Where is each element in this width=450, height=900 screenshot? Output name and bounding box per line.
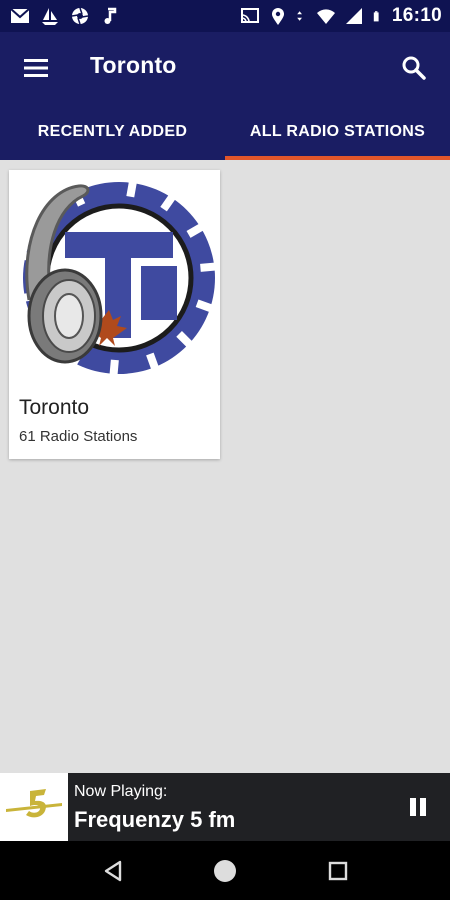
aperture-icon xyxy=(71,7,89,25)
tab-bar: RECENTLY ADDED ALL RADIO STATIONS xyxy=(0,104,450,160)
hamburger-menu-icon[interactable] xyxy=(18,50,54,86)
mail-icon xyxy=(10,8,30,23)
now-playing-bar[interactable]: Now Playing: Frequenzy 5 fm xyxy=(0,773,450,841)
search-icon[interactable] xyxy=(396,50,432,86)
system-nav-bar xyxy=(0,841,450,900)
wifi-icon xyxy=(316,9,335,24)
tab-recently-added[interactable]: RECENTLY ADDED xyxy=(0,104,225,160)
sailboat-icon xyxy=(42,8,58,25)
clock: 16:10 xyxy=(391,5,442,26)
tab-all-radio-stations[interactable]: ALL RADIO STATIONS xyxy=(225,104,450,160)
now-playing-label: Now Playing: xyxy=(74,783,168,800)
system-icons: 16:10 xyxy=(240,4,442,28)
signal-icon xyxy=(345,8,362,24)
card-subtitle: 61 Radio Stations xyxy=(19,428,138,445)
notification-icons xyxy=(10,5,120,27)
home-icon[interactable] xyxy=(212,858,238,884)
toronto-headphones-logo xyxy=(14,172,220,381)
music-note-icon xyxy=(104,7,117,24)
station-group-card[interactable]: Toronto 61 Radio Stations xyxy=(9,170,220,459)
location-icon xyxy=(271,8,284,25)
back-icon[interactable] xyxy=(101,859,125,883)
app-bar: Toronto RECENTLY ADDED ALL RADIO STATION… xyxy=(0,32,450,160)
card-title: Toronto xyxy=(19,396,90,419)
recents-icon[interactable] xyxy=(326,859,350,883)
data-arrows-icon xyxy=(297,11,302,21)
pause-icon[interactable] xyxy=(402,791,434,823)
page-title: Toronto xyxy=(90,52,177,78)
cast-icon xyxy=(240,8,259,23)
battery-icon xyxy=(373,11,379,22)
now-playing-station: Frequenzy 5 fm xyxy=(74,807,236,832)
status-bar: 16:10 xyxy=(0,0,450,32)
station-logo xyxy=(0,773,68,841)
